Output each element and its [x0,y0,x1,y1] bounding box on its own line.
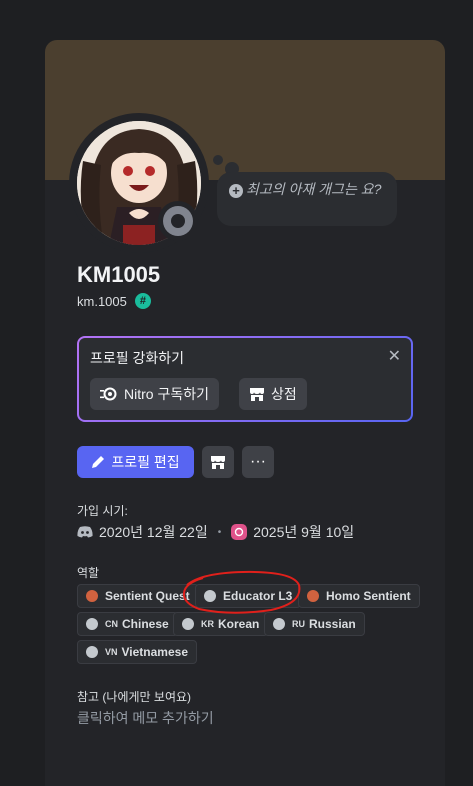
shop-button[interactable]: 상점 [239,378,307,410]
role-pill[interactable]: Homo Sentient [298,584,420,608]
username: km.1005 [77,293,127,309]
custom-status-text: 최고의 아재 개그는 요? [246,181,382,197]
role-pill[interactable]: CN Chinese [77,612,178,636]
member-since-dates: 2020년 12월 22일 • 2025년 9월 10일 [77,522,354,542]
add-status-icon: + [229,184,243,198]
nitro-subscribe-button[interactable]: Nitro 구독하기 [90,378,219,410]
roles-label: 역할 [77,566,100,580]
avatar[interactable] [69,113,209,253]
date-separator: • [217,526,222,538]
role-flag: VN [105,647,118,657]
hashtag-badge-icon[interactable]: # [134,293,151,309]
role-color-dot [86,618,98,630]
role-name: Sentient Quest [105,589,190,603]
username-row: km.1005 # [77,293,151,309]
shop-icon-button[interactable] [202,446,234,478]
close-icon[interactable]: ✕ [388,346,401,366]
hand-drawn-circle-annotation [182,570,301,614]
more-options-button[interactable]: ··· [242,446,274,478]
role-color-dot [273,618,285,630]
discord-join-date: 2020년 12월 22일 [99,524,208,540]
role-flag: KR [201,619,214,629]
member-since-label: 가입 시기: [77,504,128,518]
role-flag: RU [292,619,305,629]
role-color-dot [307,590,319,602]
status-bubble-dot [213,155,223,165]
role-name: Chinese [122,617,169,631]
role-color-dot [182,618,194,630]
role-color-dot [86,590,98,602]
status-indicator [158,201,198,241]
server-join-date: 2025년 9월 10일 [253,524,355,540]
role-pill[interactable]: KR Korean [173,612,269,636]
shop-icon [211,456,225,469]
note-input[interactable]: 클릭하여 메모 추가하기 [77,708,214,728]
role-name: Vietnamese [121,645,189,659]
custom-status-bubble[interactable]: + 최고의 아재 개그는 요? [217,172,397,226]
role-pill[interactable]: RU Russian [264,612,365,636]
edit-profile-label: 프로필 편집 [111,454,180,470]
pencil-icon [92,456,105,468]
server-icon [231,524,248,540]
role-name: Homo Sentient [326,589,411,603]
role-pill[interactable]: VN Vietnamese [77,640,198,664]
shop-label: 상점 [271,386,297,402]
role-name: Russian [309,617,356,631]
display-name: KM1005 [77,262,161,287]
role-name: Korean [218,617,260,631]
nitro-upsell-title: 프로필 강화하기 [90,350,185,366]
role-flag: CN [105,619,118,629]
shop-icon [250,388,264,401]
discord-logo-icon [77,526,93,538]
profile-card: + 최고의 아재 개그는 요? KM1005 km.1005 # 프로필 강화하기… [45,40,445,786]
edit-profile-button[interactable]: 프로필 편집 [77,446,194,478]
nitro-icon [100,387,117,401]
role-color-dot [86,646,98,658]
nitro-subscribe-label: Nitro 구독하기 [124,386,209,402]
note-label: 참고 (나에게만 보여요) [77,690,192,704]
nitro-upsell-box: 프로필 강화하기 ✕ Nitro 구독하기 상점 [77,336,413,422]
more-icon: ··· [250,453,266,470]
